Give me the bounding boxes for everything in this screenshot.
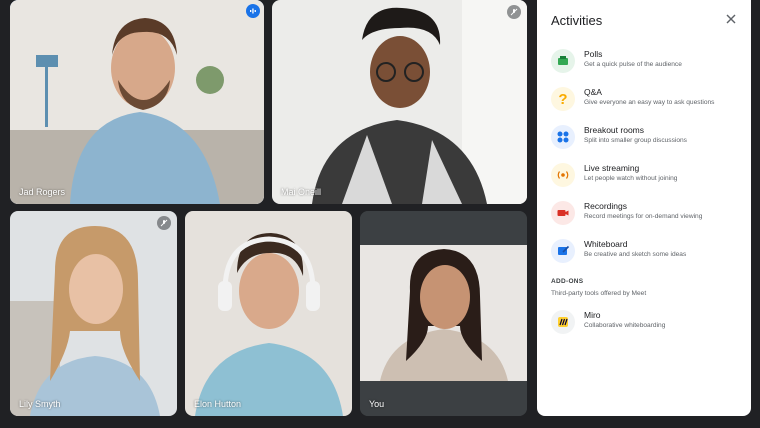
activity-description: Get a quick pulse of the audience (584, 61, 682, 68)
activity-title: Q&A (584, 87, 602, 97)
participant-video (185, 211, 352, 416)
addon-miro[interactable]: Miro Collaborative whiteboarding (551, 310, 741, 338)
participant-video (10, 0, 264, 204)
recording-icon (551, 201, 575, 225)
activity-whiteboard[interactable]: Whiteboard Be creative and sketch some i… (551, 239, 741, 267)
participant-name: Lily Smyth (19, 399, 61, 409)
addons-heading: ADD-ONS (551, 278, 584, 285)
activity-live-streaming[interactable]: Live streaming Let people watch without … (551, 163, 741, 191)
whiteboard-icon (551, 239, 575, 263)
mic-off-icon (507, 5, 521, 19)
addon-title: Miro (584, 310, 601, 320)
close-icon[interactable] (724, 12, 738, 26)
participant-name: You (369, 399, 385, 409)
participant-name: Elon Hutton (194, 399, 242, 409)
activity-title: Whiteboard (584, 239, 628, 249)
participant-tile-mai-oneill[interactable]: Mai Oneill (272, 0, 527, 204)
participant-video (272, 0, 527, 204)
activity-title: Polls (584, 49, 603, 59)
activity-breakout-rooms[interactable]: Breakout rooms Split into smaller group … (551, 125, 741, 153)
participant-name: Mai Oneill (281, 187, 322, 197)
participant-tile-you[interactable]: You (360, 211, 527, 416)
activity-recordings[interactable]: Recordings Record meetings for on-demand… (551, 201, 741, 229)
speaking-indicator-icon (246, 4, 260, 18)
panel-title: Activities (551, 13, 603, 28)
activity-description: Let people watch without joining (584, 175, 678, 182)
addon-description: Collaborative whiteboarding (584, 322, 666, 329)
mic-off-icon (157, 216, 171, 230)
participant-name: Jad Rogers (19, 187, 66, 197)
activity-description: Record meetings for on-demand viewing (584, 213, 703, 220)
activity-description: Be creative and sketch some ideas (584, 251, 687, 258)
activity-description: Split into smaller group discussions (584, 137, 687, 144)
activity-polls[interactable]: Polls Get a quick pulse of the audience (551, 49, 741, 77)
activity-title: Breakout rooms (584, 125, 644, 135)
participant-video (10, 211, 177, 416)
activities-panel: Activities Polls Get a quick pulse of th… (537, 0, 751, 416)
activity-title: Recordings (584, 201, 627, 211)
addons-subheading: Third-party tools offered by Meet (551, 290, 647, 297)
breakout-icon (551, 125, 575, 149)
activity-title: Live streaming (584, 163, 640, 173)
participant-tile-lily-smyth[interactable]: Lily Smyth (10, 211, 177, 416)
live-stream-icon (551, 163, 575, 187)
miro-icon (551, 310, 575, 334)
polls-icon (551, 49, 575, 73)
participant-tile-jad-rogers[interactable]: Jad Rogers (10, 0, 264, 204)
participant-tile-elon-hutton[interactable]: Elon Hutton (185, 211, 352, 416)
activity-description: Give everyone an easy way to ask questio… (584, 99, 715, 106)
question-icon: ? (551, 87, 575, 111)
activity-qa[interactable]: ? Q&A Give everyone an easy way to ask q… (551, 87, 741, 115)
participant-video (360, 211, 527, 416)
